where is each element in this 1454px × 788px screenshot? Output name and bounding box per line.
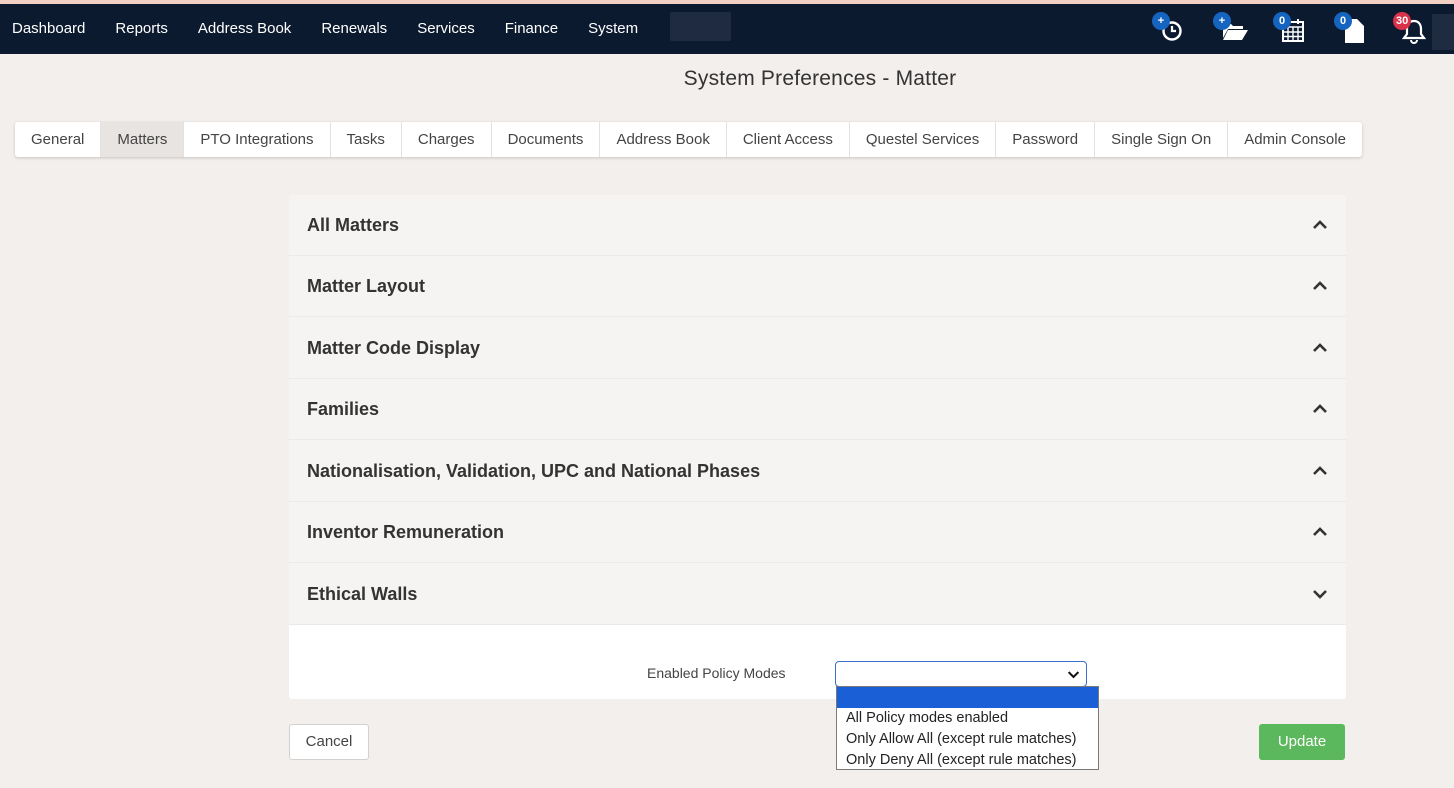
tab-matters[interactable]: Matters xyxy=(101,122,185,157)
folder-button[interactable]: + xyxy=(1213,10,1253,48)
tab-documents[interactable]: Documents xyxy=(492,122,601,157)
enabled-policy-modes-select[interactable] xyxy=(835,661,1087,687)
chevron-up-icon xyxy=(1313,527,1327,536)
section-label: Matter Layout xyxy=(307,276,426,296)
top-navbar: Dashboard Reports Address Book Renewals … xyxy=(0,4,1454,54)
preferences-tabs: General Matters PTO Integrations Tasks C… xyxy=(15,122,1362,157)
section-label: Inventor Remuneration xyxy=(307,522,505,542)
update-button[interactable]: Update xyxy=(1259,724,1345,760)
document-badge: 0 xyxy=(1334,12,1352,30)
timer-button[interactable]: + xyxy=(1152,10,1192,48)
notifications-button[interactable]: 30 xyxy=(1393,10,1433,48)
matter-preferences-panel: All Matters Matter Layout Matter Code Di… xyxy=(289,195,1346,699)
tab-password[interactable]: Password xyxy=(996,122,1096,157)
section-label: Ethical Walls xyxy=(307,584,418,604)
chevron-up-icon xyxy=(1313,220,1327,229)
nav-item-renewals[interactable]: Renewals xyxy=(306,4,402,54)
section-nationalisation[interactable]: Nationalisation, Validation, UPC and Nat… xyxy=(289,441,1346,502)
dropdown-option-all-policy-modes[interactable]: All Policy modes enabled xyxy=(837,708,1098,729)
chevron-up-icon xyxy=(1313,466,1327,475)
section-label: All Matters xyxy=(307,215,400,235)
nav-item-address-book[interactable]: Address Book xyxy=(183,4,306,54)
tab-general[interactable]: General xyxy=(15,122,102,157)
document-button[interactable]: 0 xyxy=(1334,10,1374,48)
section-matter-layout[interactable]: Matter Layout xyxy=(289,256,1346,317)
chevron-up-icon xyxy=(1313,404,1327,413)
calendar-button[interactable]: 0 xyxy=(1273,10,1313,48)
nav-menu: Dashboard Reports Address Book Renewals … xyxy=(0,4,653,54)
chevron-down-icon xyxy=(1067,671,1080,679)
section-all-matters[interactable]: All Matters xyxy=(289,195,1346,256)
nav-item-system[interactable]: System xyxy=(573,4,653,54)
tab-client-access[interactable]: Client Access xyxy=(727,122,850,157)
section-ethical-walls[interactable]: Ethical Walls xyxy=(289,564,1346,625)
tab-tasks[interactable]: Tasks xyxy=(331,122,402,157)
nav-item-dashboard[interactable]: Dashboard xyxy=(0,4,100,54)
nav-search-box[interactable] xyxy=(670,12,731,41)
nav-item-finance[interactable]: Finance xyxy=(490,4,573,54)
policy-modes-dropdown: All Policy modes enabled Only Allow All … xyxy=(836,686,1099,770)
chevron-up-icon xyxy=(1313,281,1327,290)
section-label: Nationalisation, Validation, UPC and Nat… xyxy=(307,461,761,481)
calendar-badge: 0 xyxy=(1273,12,1291,30)
tab-single-sign-on[interactable]: Single Sign On xyxy=(1095,122,1229,157)
section-label: Families xyxy=(307,399,380,419)
section-inventor-remuneration[interactable]: Inventor Remuneration xyxy=(289,502,1346,563)
timer-badge: + xyxy=(1152,12,1170,30)
nav-item-services[interactable]: Services xyxy=(402,4,490,54)
dropdown-option-only-allow-all[interactable]: Only Allow All (except rule matches) xyxy=(837,729,1098,750)
nav-item-reports[interactable]: Reports xyxy=(100,4,183,54)
tab-admin-console[interactable]: Admin Console xyxy=(1228,122,1362,157)
tab-questel-services[interactable]: Questel Services xyxy=(850,122,997,157)
page-title: System Preferences - Matter xyxy=(683,67,957,90)
section-label: Matter Code Display xyxy=(307,338,481,358)
tab-address-book[interactable]: Address Book xyxy=(600,122,727,157)
dropdown-option-empty[interactable] xyxy=(837,687,1098,708)
dropdown-option-only-deny-all[interactable]: Only Deny All (except rule matches) xyxy=(837,750,1098,771)
user-menu-stub[interactable] xyxy=(1432,14,1454,50)
chevron-up-icon xyxy=(1313,343,1327,352)
tab-charges[interactable]: Charges xyxy=(402,122,492,157)
chevron-down-icon xyxy=(1313,590,1327,599)
tab-pto-integrations[interactable]: PTO Integrations xyxy=(184,122,331,157)
ethical-walls-body xyxy=(289,625,1346,699)
section-matter-code-display[interactable]: Matter Code Display xyxy=(289,318,1346,379)
enabled-policy-modes-label: Enabled Policy Modes xyxy=(647,665,786,681)
cancel-button[interactable]: Cancel xyxy=(289,724,369,760)
folder-badge: + xyxy=(1213,12,1231,30)
section-families[interactable]: Families xyxy=(289,379,1346,440)
